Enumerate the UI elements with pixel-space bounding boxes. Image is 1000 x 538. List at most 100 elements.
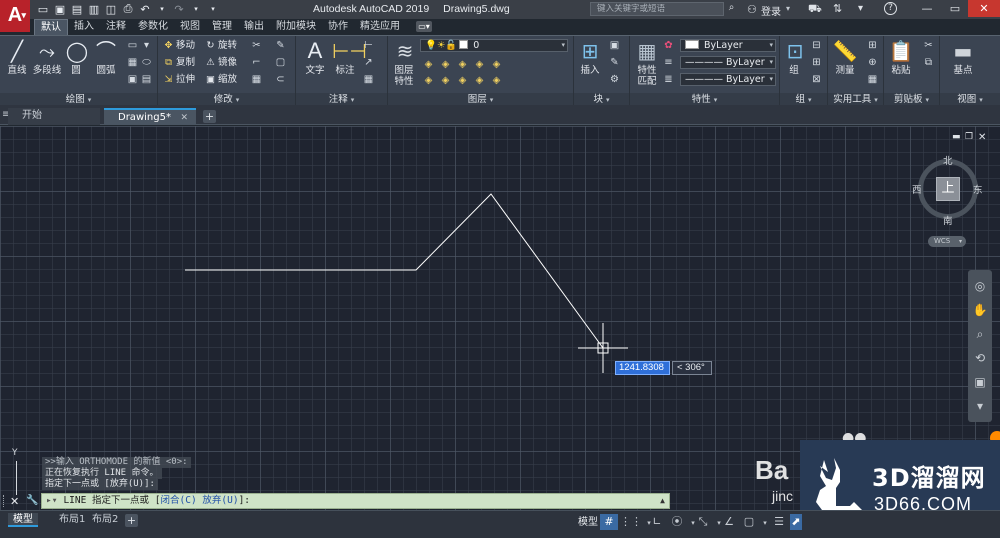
ortho-icon[interactable]: ∟ bbox=[648, 514, 666, 530]
stretch-tool[interactable]: ⇲ 拉伸 bbox=[162, 73, 196, 87]
rectangle-icon[interactable]: ▭ bbox=[126, 39, 139, 52]
stay-connected-icon[interactable]: ▾ bbox=[858, 3, 863, 14]
boundary-icon[interactable]: ▤ bbox=[140, 73, 153, 86]
command-input[interactable]: ▸▾ LINE 指定下一点或 [闭合(C) 放弃(U)]: ▲ bbox=[41, 493, 670, 509]
layer-make-current-icon[interactable]: ◈ bbox=[490, 74, 503, 87]
user-icon[interactable]: ⚇ bbox=[747, 3, 757, 16]
viewport-restore-icon[interactable]: ❐ bbox=[965, 132, 973, 142]
offset-icon[interactable]: ⊂ bbox=[274, 73, 287, 86]
layer-off-icon[interactable]: ◈ bbox=[422, 58, 435, 71]
wcs-dropdown[interactable]: WCS ▾ bbox=[928, 236, 966, 247]
compass-north[interactable]: 北 bbox=[943, 153, 953, 167]
customize-icon[interactable]: 🔧 bbox=[26, 495, 38, 506]
layout-tab-model[interactable]: 模型 bbox=[8, 513, 38, 527]
group-select-icon[interactable]: ⊠ bbox=[810, 73, 823, 86]
exchange-icon[interactable]: ⇅ bbox=[833, 2, 842, 15]
close-button[interactable]: ✕ bbox=[968, 0, 1000, 17]
trim-icon[interactable]: ✂ bbox=[250, 39, 263, 52]
group-tool[interactable]: ⊡ 组 bbox=[782, 39, 806, 76]
tab-view[interactable]: 视图 bbox=[174, 19, 206, 35]
multileader-icon[interactable]: ↗ bbox=[362, 56, 375, 69]
dimension-tool[interactable]: ⊢⊣ 标注 bbox=[330, 39, 367, 76]
tab-output[interactable]: 输出 bbox=[238, 19, 270, 35]
model-space-button[interactable]: 模型 bbox=[575, 515, 601, 530]
list-icon[interactable]: ≣ bbox=[662, 73, 675, 86]
circle-tool[interactable]: ◯ 圆 bbox=[64, 39, 88, 76]
tab-home[interactable]: 默认 bbox=[34, 19, 68, 35]
print-icon[interactable]: ⎙ bbox=[121, 2, 135, 16]
viewport-close-icon[interactable]: ✕ bbox=[978, 132, 986, 143]
dynamic-input-length[interactable]: 1241.8308 bbox=[615, 361, 670, 375]
group-edit-icon[interactable]: ⊞ bbox=[810, 56, 823, 69]
table-icon[interactable]: ▦ bbox=[362, 73, 375, 86]
move-tool[interactable]: ✥ 移动 bbox=[162, 39, 196, 53]
search-input[interactable]: 键入关键字或短语 bbox=[590, 2, 724, 16]
option-undo[interactable]: 放弃(U) bbox=[202, 495, 238, 506]
layer-unisolate-icon[interactable]: ◈ bbox=[439, 74, 452, 87]
copy-tool[interactable]: ⧉ 复制 bbox=[162, 56, 195, 70]
color-dropdown[interactable]: ByLayer ▾ bbox=[680, 39, 776, 52]
tab-featured-apps[interactable]: 精选应用 bbox=[354, 19, 406, 35]
chevron-down-icon[interactable]: ▾ bbox=[786, 4, 790, 13]
layout-tab-layout2[interactable]: 布局2 bbox=[87, 513, 123, 527]
explode-icon[interactable]: ▢ bbox=[274, 56, 287, 69]
save-icon[interactable]: ▤ bbox=[70, 2, 84, 16]
web-mobile-icon[interactable]: ◫ bbox=[104, 2, 118, 16]
new-layout-button[interactable]: + bbox=[125, 514, 138, 527]
undo-dropdown-icon[interactable]: ▾ bbox=[155, 2, 169, 16]
compass-east[interactable]: 东 bbox=[973, 182, 983, 196]
ribbon-minimize-icon[interactable]: ▭▾ bbox=[416, 21, 432, 32]
new-tab-button[interactable]: + bbox=[203, 110, 216, 123]
copy-clip-icon[interactable]: ⧉ bbox=[922, 56, 935, 69]
viewport-minimize-icon[interactable]: ▬ bbox=[952, 132, 961, 142]
zoom-extents-icon[interactable]: ⌕ bbox=[972, 326, 988, 342]
id-point-icon[interactable]: ⊕ bbox=[866, 56, 879, 69]
linetype-dropdown[interactable]: ———— ByLayer ▾ bbox=[680, 56, 776, 69]
layer-thaw-icon[interactable]: ◈ bbox=[456, 74, 469, 87]
snap-icon[interactable]: ⋮⋮ bbox=[620, 514, 642, 530]
layer-match-icon[interactable]: ◈ bbox=[490, 58, 503, 71]
grid-icon[interactable]: # bbox=[600, 514, 618, 530]
application-menu-button[interactable]: A ▾ bbox=[0, 0, 30, 32]
chevron-down-icon[interactable]: ▾ bbox=[140, 39, 153, 52]
help-icon[interactable]: ? bbox=[884, 2, 897, 15]
block-attribute-icon[interactable]: ⚙ bbox=[608, 73, 621, 86]
match-properties-tool[interactable]: ▦ 特性 匹配 bbox=[634, 39, 660, 87]
tab-insert[interactable]: 插入 bbox=[68, 19, 100, 35]
gradient-icon[interactable]: ▣ bbox=[126, 73, 139, 86]
create-block-icon[interactable]: ▣ bbox=[608, 39, 621, 52]
measure-tool[interactable]: 📏 测量 bbox=[832, 39, 858, 76]
edit-block-icon[interactable]: ✎ bbox=[608, 56, 621, 69]
leader-icon[interactable]: ⊢ bbox=[362, 39, 375, 52]
hatch-icon[interactable]: ▦ bbox=[126, 56, 139, 69]
customize-qat-icon[interactable]: ▾ bbox=[206, 2, 220, 16]
minimize-button[interactable]: — bbox=[914, 0, 940, 17]
chevron-up-icon[interactable]: ▲ bbox=[660, 494, 665, 508]
lineweight-icon[interactable]: ☰ bbox=[770, 514, 788, 530]
tab-collaborate[interactable]: 协作 bbox=[322, 19, 354, 35]
redo-dropdown-icon[interactable]: ▾ bbox=[189, 2, 203, 16]
paste-tool[interactable]: 📋 粘贴 bbox=[888, 39, 914, 76]
save-as-icon[interactable]: ▥ bbox=[87, 2, 101, 16]
selection-cycling-icon[interactable]: ⬈ bbox=[790, 514, 802, 530]
drawn-polyline[interactable] bbox=[185, 193, 604, 349]
autodesk-app-store-icon[interactable]: ⛟ bbox=[808, 2, 822, 17]
tab-manage[interactable]: 管理 bbox=[206, 19, 238, 35]
mirror-tool[interactable]: ⚠ 镜像 bbox=[204, 56, 237, 70]
arc-tool[interactable]: ⌒ 圆弧 bbox=[92, 39, 120, 76]
tab-parametric[interactable]: 参数化 bbox=[132, 19, 174, 35]
redo-icon[interactable]: ↷ bbox=[172, 2, 186, 16]
ungroup-icon[interactable]: ⊟ bbox=[810, 39, 823, 52]
layer-on-icon[interactable]: ◈ bbox=[422, 74, 435, 87]
option-close[interactable]: 闭合(C) bbox=[161, 495, 197, 506]
viewcube[interactable]: 上 北 南 西 东 bbox=[912, 153, 984, 233]
navbar-menu-icon[interactable]: ▾ bbox=[972, 398, 988, 414]
object-snap-tracking-icon[interactable]: ∠ bbox=[720, 514, 738, 530]
tab-annotate[interactable]: 注释 bbox=[100, 19, 132, 35]
layer-isolate-icon[interactable]: ◈ bbox=[439, 58, 452, 71]
showmotion-icon[interactable]: ▣ bbox=[972, 374, 988, 390]
insert-block-tool[interactable]: ⊞ 插入 bbox=[576, 39, 604, 76]
pan-icon[interactable]: ✋ bbox=[972, 302, 988, 318]
text-tool[interactable]: A 文字 bbox=[300, 39, 330, 77]
layer-dropdown[interactable]: 💡☀🔓 0 ▾ bbox=[420, 39, 568, 52]
